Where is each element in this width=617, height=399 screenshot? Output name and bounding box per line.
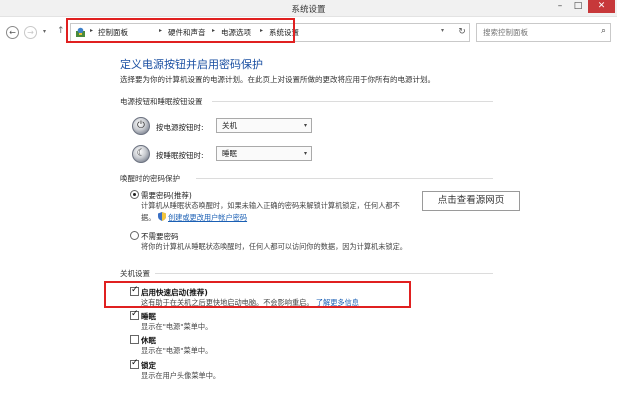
highlight-box-fast-startup — [104, 281, 411, 308]
sleep-checkbox[interactable] — [130, 309, 139, 320]
sleep-button-action-value: 睡眠 — [222, 149, 237, 158]
require-password-radio[interactable] — [130, 190, 139, 199]
no-password-radio[interactable] — [130, 231, 139, 240]
search-icon[interactable]: ⌕ — [601, 26, 606, 36]
hibernate-option-label[interactable]: 休眠 — [141, 335, 156, 346]
sleep-option-description: 显示在"电源"菜单中。 — [141, 322, 213, 331]
no-password-label[interactable]: 不需要密码 — [141, 231, 179, 242]
hibernate-checkbox[interactable] — [130, 335, 139, 344]
title-bar: 系统设置 – □ ✕ — [0, 0, 617, 17]
lock-checkbox[interactable] — [130, 358, 139, 369]
forward-button[interactable]: → — [24, 26, 37, 39]
section-divider — [155, 273, 493, 274]
lock-option-label[interactable]: 锁定 — [141, 360, 156, 371]
power-button-icon: ⏻ — [132, 117, 150, 135]
refresh-button[interactable]: ↻ — [455, 23, 470, 42]
chevron-down-icon: ▾ — [303, 122, 307, 129]
section-divider — [196, 178, 493, 179]
page-title: 定义电源按钮并启用密码保护 — [120, 58, 263, 71]
power-button-action-select[interactable]: 关机 ▾ — [216, 118, 312, 133]
sleep-button-icon: ☾ — [132, 145, 150, 163]
section-title-wakeup: 唤醒时的密码保护 — [120, 174, 180, 183]
view-source-tooltip[interactable]: 点击查看源网页 — [422, 191, 520, 211]
uac-shield-icon — [157, 212, 166, 221]
section-divider — [212, 101, 493, 102]
address-dropdown-icon[interactable]: ▾ — [441, 27, 444, 34]
power-button-action-value: 关机 — [222, 121, 237, 130]
sleep-button-action-select[interactable]: 睡眠 ▾ — [216, 146, 312, 161]
power-button-label: 按电源按钮时: — [156, 123, 204, 132]
no-password-description: 将你的计算机从睡眠状态唤醒时，任何人都可以访问你的数据，因为计算机未锁定。 — [141, 242, 407, 251]
sleep-button-label: 按睡眠按钮时: — [156, 151, 204, 160]
change-account-password-link[interactable]: 创建或更改用户帐户密码 — [168, 213, 247, 222]
require-password-description: 计算机从睡眠状态唤醒时，如果未输入正确的密码来解锁计算机锁定，任何人都不 — [141, 201, 400, 210]
chevron-down-icon: ▾ — [303, 150, 307, 157]
recent-pages-dropdown-icon[interactable]: ▾ — [43, 28, 46, 35]
sleep-option-label[interactable]: 睡眠 — [141, 311, 156, 322]
section-title-shutdown: 关机设置 — [120, 269, 150, 278]
maximize-button[interactable]: □ — [569, 0, 587, 13]
lock-option-description: 显示在用户头像菜单中。 — [141, 371, 221, 380]
up-arrow-icon[interactable]: ↑ — [57, 26, 65, 36]
search-box[interactable]: ⌕ — [476, 23, 611, 42]
close-button[interactable]: ✕ — [588, 0, 615, 13]
section-title-buttons: 电源按钮和睡眠按钮设置 — [120, 97, 203, 106]
window-title: 系统设置 — [291, 5, 326, 15]
back-button[interactable]: ← — [6, 26, 19, 39]
minimize-button[interactable]: – — [551, 0, 569, 13]
search-input[interactable] — [477, 24, 592, 41]
hibernate-option-description: 显示在"电源"菜单中。 — [141, 346, 213, 355]
highlight-box-address — [66, 18, 295, 43]
require-password-description-line2: 据。 创建或更改用户帐户密码 — [141, 212, 248, 222]
page-description: 选择要为你的计算机设置的电源计划。在此页上对设置所做的更改将应用于你所有的电源计… — [120, 75, 435, 84]
require-password-label[interactable]: 需要密码(推荐) — [141, 190, 192, 201]
